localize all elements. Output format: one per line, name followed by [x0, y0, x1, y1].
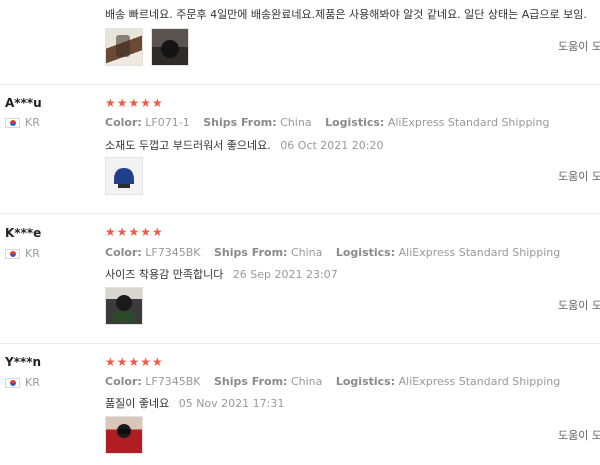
- review-text: 사이즈 착용감 만족합니다 26 Sep 2021 23:07: [105, 266, 338, 282]
- divider: [0, 213, 600, 214]
- attr-value: AliExpress Standard Shipping: [387, 116, 550, 129]
- reviewer-country: KR: [5, 376, 40, 389]
- attr-label: Ships From:: [214, 375, 288, 388]
- attr-label: Ships From:: [203, 116, 277, 129]
- helpful-button[interactable]: 도움이 도: [558, 168, 600, 184]
- review-photos: [105, 416, 143, 454]
- photo-icon: [161, 40, 179, 58]
- review-date: 26 Sep 2021 23:07: [232, 268, 338, 281]
- attr-value: China: [290, 375, 323, 388]
- attr-label: Logistics:: [325, 116, 385, 129]
- review-content: 사이즈 착용감 만족합니다: [105, 268, 224, 281]
- photo-icon: [114, 295, 134, 322]
- divider: [0, 84, 600, 85]
- review-photo-thumbnail[interactable]: [105, 287, 143, 325]
- star-rating: ★★★★★: [105, 96, 164, 110]
- attr-value: LF071-1: [145, 116, 190, 129]
- review-photos: [105, 157, 143, 195]
- attr-label: Color:: [105, 375, 142, 388]
- photo-icon: [114, 168, 134, 188]
- helpful-button[interactable]: 도움이 도: [558, 297, 600, 313]
- review-date: 06 Oct 2021 20:20: [280, 139, 384, 152]
- reviewer-name: K***e: [5, 226, 42, 240]
- attr-label: Color:: [105, 246, 142, 259]
- review-attributes: Color: LF071-1 Ships From: China Logisti…: [105, 116, 559, 129]
- reviewer-name: A***u: [5, 96, 42, 110]
- attr-label: Ships From:: [214, 246, 288, 259]
- review-text: 소재도 두껍고 부드러워서 좋으네요. 06 Oct 2021 20:20: [105, 137, 384, 153]
- helpful-button[interactable]: 도움이 도: [558, 427, 600, 443]
- reviewer-name: Y***n: [5, 355, 42, 369]
- attr-value: China: [280, 116, 312, 129]
- review-text: 품질이 좋네요 05 Nov 2021 17:31: [105, 395, 284, 411]
- review-photo-thumbnail[interactable]: [105, 157, 143, 195]
- photo-icon: [117, 424, 131, 438]
- review-photos: [105, 28, 189, 66]
- review-date: 05 Nov 2021 17:31: [178, 397, 285, 410]
- review-content: 품질이 좋네요: [105, 397, 170, 410]
- attr-value: AliExpress Standard Shipping: [398, 375, 561, 388]
- review-photo-thumbnail[interactable]: [105, 28, 143, 66]
- reviewer-country: KR: [5, 116, 40, 129]
- attr-label: Logistics:: [335, 246, 396, 259]
- reviewer-country: KR: [5, 247, 40, 260]
- review-attributes: Color: LF7345BK Ships From: China Logist…: [105, 375, 570, 388]
- country-code: KR: [25, 376, 40, 389]
- flag-kr-icon: [5, 248, 20, 259]
- country-code: KR: [25, 247, 40, 260]
- attr-value: AliExpress Standard Shipping: [398, 246, 561, 259]
- review-text: 배송 빠르네요. 주문후 4일만에 배송완료네요.제품은 사용해봐야 알것 같네…: [105, 6, 587, 22]
- attr-value: China: [290, 246, 323, 259]
- helpful-button[interactable]: 도움이 도: [558, 38, 600, 54]
- review-attributes: Color: LF7345BK Ships From: China Logist…: [105, 246, 570, 259]
- star-rating: ★★★★★: [105, 355, 164, 369]
- review-photos: [105, 287, 143, 325]
- photo-icon: [116, 35, 130, 57]
- flag-kr-icon: [5, 117, 20, 128]
- divider: [0, 343, 600, 344]
- star-rating: ★★★★★: [105, 225, 164, 239]
- flag-kr-icon: [5, 377, 20, 388]
- attr-value: LF7345BK: [145, 246, 201, 259]
- attr-label: Color:: [105, 116, 142, 129]
- country-code: KR: [25, 116, 40, 129]
- review-content: 배송 빠르네요. 주문후 4일만에 배송완료네요.제품은 사용해봐야 알것 같네…: [105, 8, 587, 21]
- review-photo-thumbnail[interactable]: [105, 416, 143, 454]
- review-content: 소재도 두껍고 부드러워서 좋으네요.: [105, 139, 271, 152]
- attr-label: Logistics:: [335, 375, 396, 388]
- review-photo-thumbnail[interactable]: [151, 28, 189, 66]
- attr-value: LF7345BK: [145, 375, 201, 388]
